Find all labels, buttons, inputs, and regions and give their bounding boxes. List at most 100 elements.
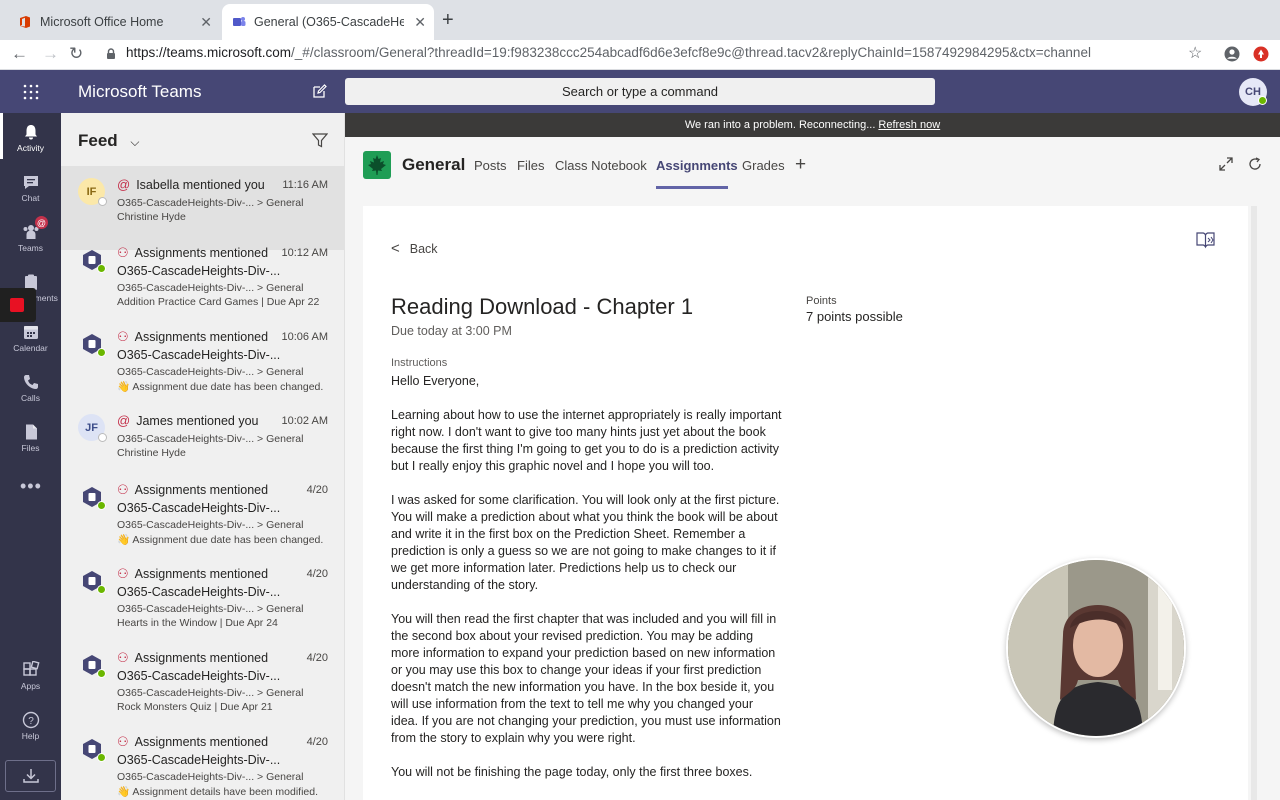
feed-item-time: 10:06 AM [281,331,328,343]
rail-label: Chat [21,193,40,203]
rail-item-chat[interactable]: Chat [0,163,61,213]
url-host: https://teams.microsoft.com [126,45,292,60]
channel-name: General [402,155,466,174]
feed-item[interactable]: ⚇ Assignments mentioned 4/20 O365-Cascade… [61,471,344,555]
star-icon[interactable]: ☆ [1188,44,1202,64]
close-icon[interactable]: ✕ [200,14,212,30]
reload-icon[interactable]: ↻ [69,44,83,64]
tab-grades[interactable]: Grades [742,158,785,173]
presence-available-icon [97,501,106,510]
maple-leaf-icon [363,151,391,179]
tab-class-notebook[interactable]: Class Notebook [555,158,647,173]
feed-item-team: O365-CascadeHeights-Div-... [117,753,281,767]
add-tab-icon[interactable]: + [795,154,806,176]
reload-tab-icon[interactable] [1248,157,1262,171]
presence-available-icon [97,348,106,357]
download-app-button[interactable] [5,760,56,792]
new-tab-icon[interactable]: + [442,10,454,30]
feed-title[interactable]: Feed ⌵ [78,131,140,151]
rail-item-help[interactable]: ? Help [0,703,61,753]
rail-label: Calendar [13,343,48,353]
feed-item[interactable]: ⚇ Assignments mentioned 4/20 O365-Cascade… [61,555,344,639]
search-placeholder: Search or type a command [561,84,719,99]
feed-item-time: 10:02 AM [281,415,328,427]
group-mention-icon: ⚇ [117,482,129,497]
group-mention-icon: ⚇ [117,329,129,344]
rail-item-teams[interactable]: Teams [0,213,61,263]
tab-assignments[interactable]: Assignments [656,158,738,173]
rail-item-apps[interactable]: Apps [0,653,61,703]
presenter-video [1008,560,1184,736]
feed-item-preview: Rock Monsters Quiz | Due Apr 21 [117,701,273,713]
rail-item-activity[interactable]: Activity [0,113,61,163]
feed-item-preview: Addition Practice Card Games | Due Apr 2… [117,296,320,308]
address-bar[interactable]: https://teams.microsoft.com/_#/classroom… [126,45,1091,60]
browser-tab-teams[interactable]: General (O365-CascadeHeights-Div-... ✕ [222,4,434,40]
rail-label: Help [21,731,40,741]
refresh-now-link[interactable]: Refresh now [878,119,940,131]
presence-offline-icon [98,197,107,206]
assignment-due: Due today at 3:00 PM [391,324,512,338]
feed-item-preview: Christine Hyde [117,211,186,223]
rail-item-calls[interactable]: Calls [0,363,61,413]
search-input[interactable]: Search or type a command [345,78,935,105]
assignment-title: Reading Download - Chapter 1 [391,294,694,319]
tab-files[interactable]: Files [517,158,544,173]
rail-item-files[interactable]: Files [0,413,61,463]
compose-icon[interactable] [312,84,327,99]
feed-item-title: Assignments mentioned [134,651,269,665]
app-launcher-icon[interactable] [23,84,39,100]
extension-alert-icon[interactable] [1253,46,1269,62]
lock-icon [107,48,115,59]
close-icon[interactable]: ✕ [414,14,426,30]
feed-item-team: O365-CascadeHeights-Div-... [117,348,281,362]
more-apps-icon[interactable]: ••• [20,476,42,497]
immersive-reader-icon[interactable] [1196,231,1215,249]
group-mention-icon: ⚇ [117,245,129,260]
points-label: Points [806,295,837,307]
profile-icon[interactable] [1224,46,1240,62]
feed-item-location: O365-CascadeHeights-Div-... > General [117,687,304,699]
rail-label: Apps [20,681,41,691]
download-icon [23,769,39,783]
apps-icon [22,661,40,676]
presence-offline-icon [98,433,107,442]
browser-tab-office[interactable]: Microsoft Office Home ✕ [8,4,220,40]
points-value: 7 points possible [806,309,903,324]
stop-recording-icon[interactable] [10,298,24,312]
presence-available-icon [97,585,106,594]
feed-item-time: 11:16 AM [282,179,328,191]
feed-item-preview: 👋 Assignment due date has been changed. [117,381,324,393]
url-path: /_#/classroom/General?threadId=19:f98323… [291,45,1091,60]
back-button[interactable]: < Back [391,240,438,257]
feed-item-team: O365-CascadeHeights-Div-... [117,585,281,599]
webcam-overlay [1006,558,1186,738]
teams-logo-icon [233,17,246,26]
feed-item[interactable]: ⚇ Assignments mentioned 10:06 AM O365-Cas… [61,318,344,402]
feed-item-team: O365-CascadeHeights-Div-... [117,264,281,278]
rail-item-calendar[interactable]: Calendar [0,313,61,363]
office-logo-icon [20,16,30,28]
feed-item-title: Assignments mentioned [134,483,269,497]
feed-item-title: Assignments mentioned [134,735,269,749]
chevron-down-icon[interactable]: ⌵ [130,135,139,149]
feed-item[interactable]: ⚇ Assignments mentioned 10:12 AM O365-Cas… [61,234,344,318]
feed-item-title: James mentioned you [136,414,259,428]
tab-posts[interactable]: Posts [474,158,507,173]
app-title: Microsoft Teams [78,82,202,101]
presence-available-icon [97,669,106,678]
back-arrow-icon[interactable]: ← [11,44,28,64]
forward-arrow-icon[interactable]: → [42,44,59,64]
expand-icon[interactable] [1219,157,1233,171]
bell-icon [24,125,37,140]
feed-item-location: O365-CascadeHeights-Div-... > General [117,519,304,531]
feed-item-title: Assignments mentioned [134,567,269,581]
feed-item-team: O365-CascadeHeights-Div-... [117,669,281,683]
scrollbar[interactable] [1251,206,1257,800]
feed-item-location: O365-CascadeHeights-Div-... > General [117,366,304,378]
rail-label: Teams [17,243,44,253]
feed-item[interactable]: ⚇ Assignments mentioned 4/20 O365-Cascade… [61,639,344,723]
instructions-paragraph: Hello Everyone, [391,374,480,388]
feed-item[interactable]: ⚇ Assignments mentioned 4/20 O365-Cascade… [61,723,344,800]
filter-icon[interactable] [312,133,328,148]
